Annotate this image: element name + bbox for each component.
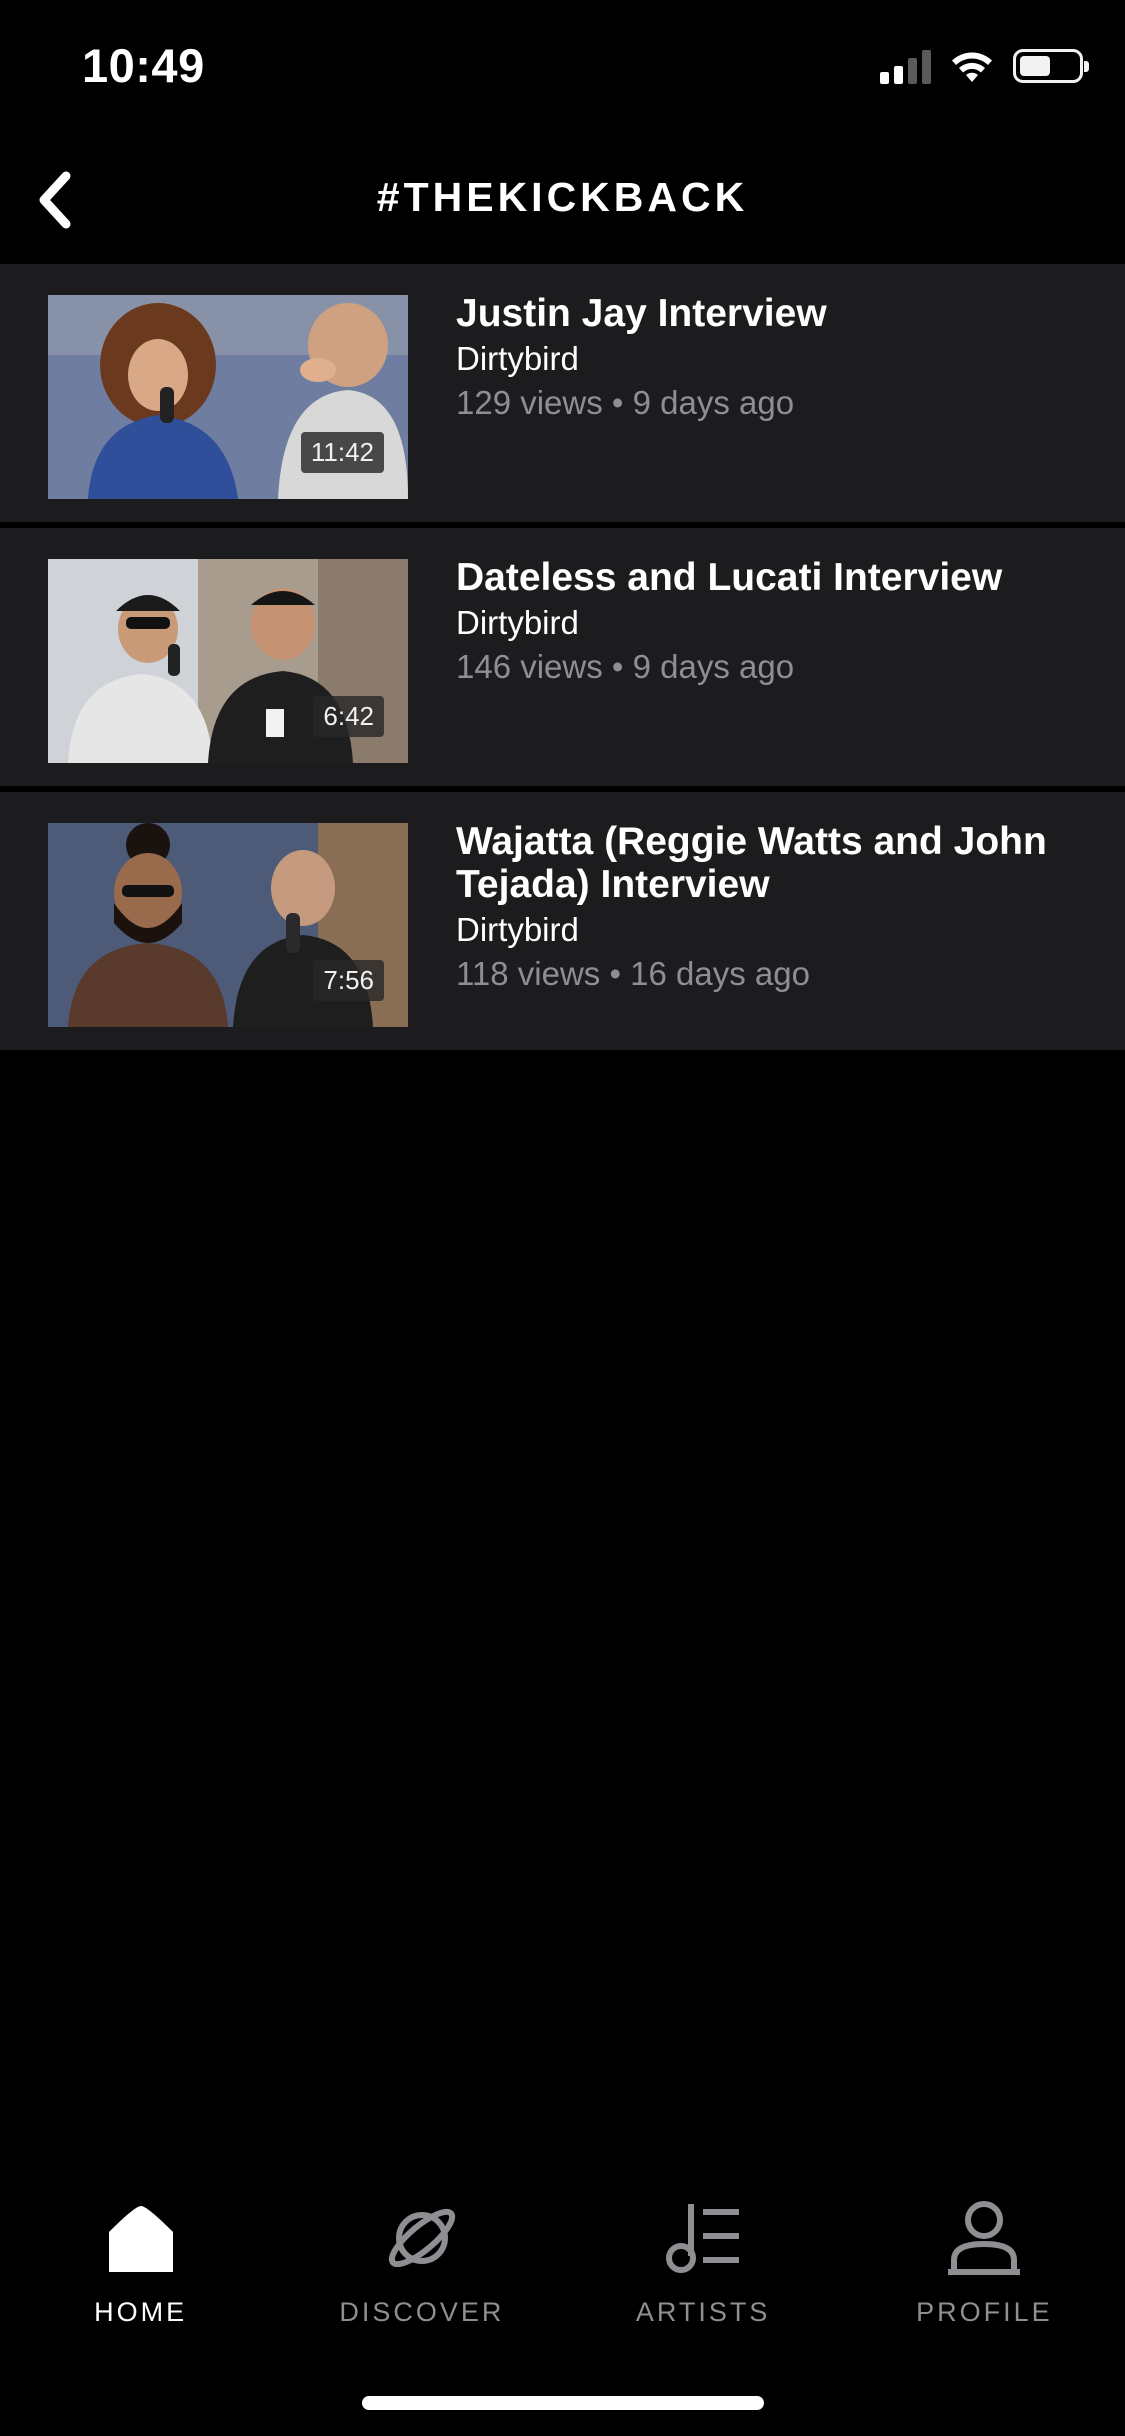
video-title[interactable]: Wajatta (Reggie Watts and John Tejada) I… [456,820,1096,906]
video-list-item[interactable]: 11:42 Justin Jay Interview Dirtybird 129… [0,264,1125,528]
tab-discover[interactable]: DISCOVER [281,2195,562,2345]
tab-artists[interactable]: ARTISTS [563,2195,844,2345]
video-thumbnail[interactable]: 11:42 [48,295,408,499]
video-thumbnail[interactable]: 7:56 [48,823,408,1027]
tab-profile[interactable]: PROFILE [844,2195,1125,2345]
video-list-item[interactable]: 6:42 Dateless and Lucati Interview Dirty… [0,528,1125,792]
video-list: 11:42 Justin Jay Interview Dirtybird 129… [0,264,1125,1050]
page-title: #THEKICKBACK [376,174,749,220]
home-icon [103,2195,179,2281]
video-channel: Dirtybird [456,911,579,948]
status-bar: 10:49 [0,0,1125,132]
person-icon [944,2195,1024,2281]
video-stats: 129 views • 9 days ago [456,384,795,421]
video-duration: 11:42 [300,432,384,473]
video-duration: 6:42 [313,696,384,737]
home-indicator[interactable] [362,2396,764,2410]
music-note-list-icon [663,2195,743,2281]
video-channel: Dirtybird [456,340,579,377]
video-thumbnail[interactable]: 6:42 [48,559,408,763]
video-channel: Dirtybird [456,604,579,641]
tab-label: HOME [94,2297,188,2327]
tab-label: DISCOVER [339,2297,505,2327]
status-time: 10:49 [82,39,205,92]
battery-icon [1013,49,1089,83]
tab-label: ARTISTS [635,2297,771,2327]
video-meta: Justin Jay Interview Dirtybird 129 views… [456,292,1096,425]
header: #THEKICKBACK [0,150,1125,250]
video-list-item[interactable]: 7:56 Wajatta (Reggie Watts and John Teja… [0,792,1125,1050]
video-title[interactable]: Justin Jay Interview [456,292,1096,335]
video-duration: 7:56 [313,960,384,1001]
tab-label: PROFILE [916,2297,1053,2327]
wifi-icon [952,52,992,82]
video-title[interactable]: Dateless and Lucati Interview [456,556,1096,599]
video-meta: Wajatta (Reggie Watts and John Tejada) I… [456,820,1096,996]
tab-home[interactable]: HOME [0,2195,281,2345]
screen: 10:49 #THEKICKBACK 11:42 Justin Jay Inte… [0,0,1125,2436]
planet-icon [382,2195,462,2281]
video-stats: 118 views • 16 days ago [456,955,810,992]
video-meta: Dateless and Lucati Interview Dirtybird … [456,556,1096,689]
cellular-signal-icon [880,48,931,84]
tab-bar: HOME DISCOVER ARTISTS PROFILE [0,2195,1125,2345]
video-stats: 146 views • 9 days ago [456,648,795,685]
status-icons [880,48,1089,84]
